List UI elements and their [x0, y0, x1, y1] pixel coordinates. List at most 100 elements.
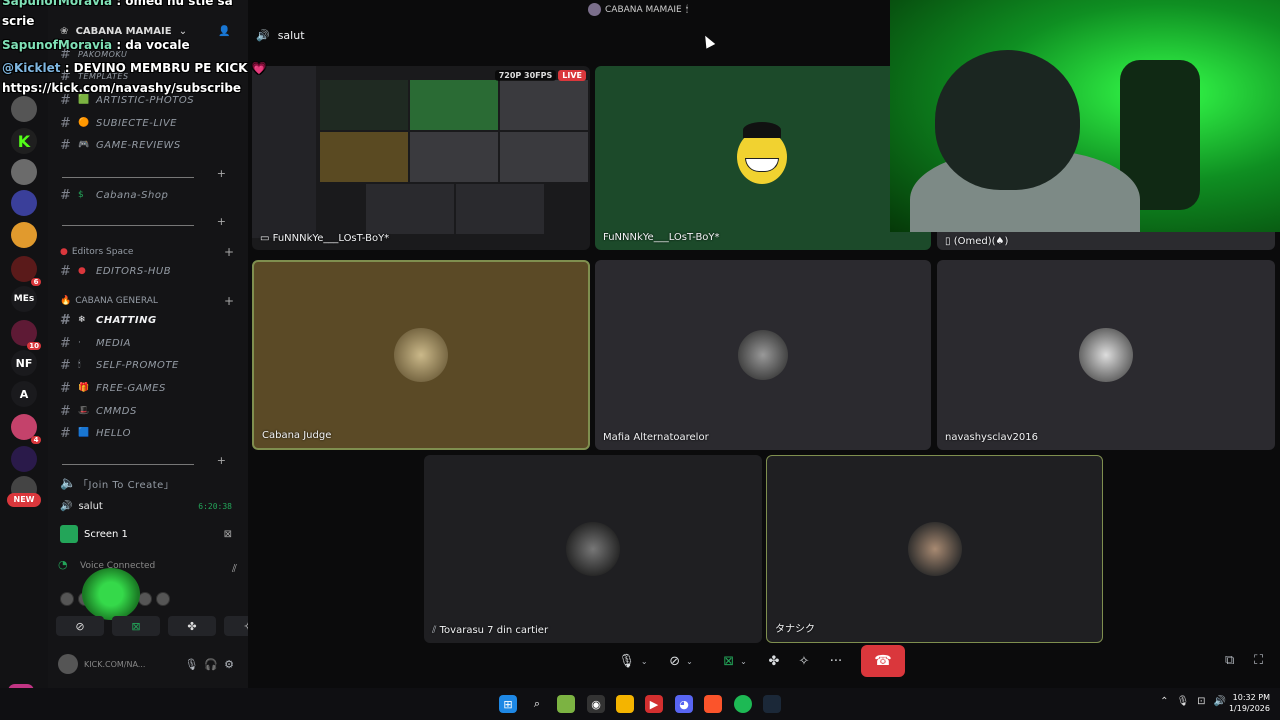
- avatar[interactable]: [58, 654, 78, 674]
- soundboard-button[interactable]: ✧: [224, 616, 248, 636]
- chat-username: SapunofMoravia: [2, 0, 113, 8]
- soundboard-button[interactable]: ✧: [792, 646, 816, 676]
- server-icon-pink[interactable]: 4: [11, 414, 41, 444]
- red-dot-icon: ●: [78, 266, 87, 276]
- channel-media[interactable]: # · MEDIA: [54, 333, 240, 353]
- stream-preview-cell: [366, 184, 454, 234]
- steam-icon[interactable]: [763, 695, 781, 713]
- microphone-icon[interactable]: 🎙: [1176, 696, 1189, 707]
- end-call-button[interactable]: ☎: [861, 645, 905, 677]
- kick-server-icon[interactable]: K: [11, 128, 37, 154]
- plus-icon[interactable]: +: [224, 245, 234, 259]
- clock-time: 10:32 PM: [1232, 693, 1270, 702]
- stop-share-icon[interactable]: ⊠: [224, 529, 232, 540]
- category-name: CABANA GENERAL: [75, 296, 158, 306]
- participant-tile-omed[interactable]: ▯ (Omed)(♠): [937, 232, 1275, 250]
- folder-icon[interactable]: [616, 695, 634, 713]
- stream-preview-cell: [320, 80, 408, 130]
- plus-icon[interactable]: +: [217, 454, 226, 467]
- discord-window: K 6 MEs 10 NF A 4 NEW ❀ CABANA MAMAIE ⌄ …: [0, 0, 1280, 720]
- new-pill[interactable]: NEW: [7, 493, 41, 507]
- participant-label: ▯ (Omed)(♠): [945, 236, 1008, 247]
- server-icon-mes[interactable]: MEs: [11, 286, 37, 312]
- channel-free-games[interactable]: # 🎁 FREE-GAMES: [54, 378, 240, 398]
- microphone-icon[interactable]: 🎙: [184, 658, 198, 671]
- app-icon-chrome[interactable]: ◉: [587, 695, 605, 713]
- fullscreen-icon[interactable]: ⛶: [1254, 653, 1263, 668]
- channel-name: salut: [78, 500, 103, 512]
- server-icon-nf[interactable]: NF: [11, 350, 37, 376]
- chevron-down-icon: ⌄: [686, 656, 693, 666]
- headphones-icon[interactable]: 🎧: [204, 658, 218, 671]
- channel-editors-hub[interactable]: # ● EDITORS-HUB: [54, 261, 240, 281]
- server-icon-avatar[interactable]: [11, 96, 37, 122]
- participant-tile-tovarasu[interactable]: ⫽ Tovarasu 7 din cartier: [424, 455, 762, 643]
- server-icon-cartoon[interactable]: [11, 222, 37, 248]
- microphone-button[interactable]: 🎙 ⌄: [612, 646, 654, 676]
- participant-name: (Omed)(♠): [953, 236, 1009, 247]
- live-badge: LIVE: [558, 70, 586, 81]
- app-icon-green[interactable]: [557, 695, 575, 713]
- participant-tile-mafia[interactable]: Mafia Alternatoarelor: [595, 260, 931, 450]
- start-icon[interactable]: ⊞: [499, 695, 517, 713]
- channel-cmmds[interactable]: # 🎩 CMMDS: [54, 401, 240, 421]
- popout-icon[interactable]: ⧉: [1225, 653, 1234, 668]
- channel-game-reviews[interactable]: # 🎮 GAME-REVIEWS: [54, 135, 240, 155]
- server-icon-red[interactable]: 6: [11, 256, 41, 286]
- share-screen-button[interactable]: ⊠ ⌄: [714, 646, 756, 676]
- plus-icon[interactable]: +: [224, 294, 234, 308]
- youtube-icon[interactable]: ▶: [645, 695, 663, 713]
- channel-cabana-shop[interactable]: # $ Cabana-Shop: [54, 185, 240, 205]
- server-icon-globe[interactable]: [11, 159, 37, 185]
- voice-channel-salut[interactable]: 🔊 salut 6:20:38: [54, 497, 240, 515]
- activities-button[interactable]: ✤: [762, 646, 786, 676]
- stream-owner-label: ▭ FuNNNkYe___LOsT-BoY*: [260, 233, 389, 244]
- server-icon-runner[interactable]: 10: [11, 320, 41, 350]
- channel-name: HELLO: [96, 427, 132, 439]
- channel-subiecte-live[interactable]: # 🟠 SUBIECTE-LIVE: [54, 113, 240, 133]
- chevron-up-icon[interactable]: ⌃: [1160, 696, 1168, 707]
- server-icon-drop[interactable]: [11, 190, 37, 216]
- search-icon[interactable]: ⌕: [528, 695, 546, 713]
- category-cabana-general[interactable]: 🔥 CABANA GENERAL +: [48, 291, 248, 311]
- channel-chatting[interactable]: # ❄ CHATTING: [54, 310, 240, 330]
- server-icon-a[interactable]: A: [11, 381, 37, 407]
- channel-name: ARTISTIC-PHOTOS: [96, 94, 195, 106]
- add-member-icon[interactable]: 👤: [218, 26, 230, 37]
- speaker-icon: 🔊: [60, 500, 73, 512]
- server-rail: K 6 MEs 10 NF A 4 NEW: [0, 0, 48, 688]
- stream-tile[interactable]: 720P 30FPS LIVE ▭ FuNNNkYe___LOsT-BoY*: [252, 66, 590, 250]
- network-icon[interactable]: ⊡: [1197, 696, 1205, 707]
- camera-button[interactable]: ⊘ ⌄: [660, 646, 702, 676]
- spotify-icon[interactable]: [734, 695, 752, 713]
- chat-overlay-line: SapunofMoravia : omed nu stie sa: [2, 0, 233, 8]
- hash-icon: #: [60, 115, 72, 131]
- category-name: Editors Space: [71, 247, 134, 257]
- discord-icon[interactable]: ◕: [675, 695, 693, 713]
- plus-icon[interactable]: +: [217, 215, 226, 228]
- voice-channel-join-to-create[interactable]: 🔈 「Join To Create」: [54, 473, 240, 493]
- channel-hello[interactable]: # 🟦 HELLO: [54, 423, 240, 443]
- plus-icon[interactable]: +: [217, 167, 226, 180]
- volume-icon[interactable]: 🔊: [1214, 696, 1226, 707]
- channel-self-promote[interactable]: # 🕯 SELF-PROMOTE: [54, 355, 240, 375]
- brave-icon[interactable]: [704, 695, 722, 713]
- participant-tile-cabana-judge[interactable]: Cabana Judge: [252, 260, 590, 450]
- share-screen-button[interactable]: ⊠: [112, 616, 160, 636]
- participant-tile-japanese[interactable]: タナシク: [766, 455, 1103, 643]
- gear-icon[interactable]: ⚙: [224, 658, 234, 671]
- participant-tile-funnky[interactable]: FuNNNkYe___LOsT-BoY*: [595, 66, 931, 250]
- participant-tile-navashy[interactable]: navashysclav2016: [937, 260, 1275, 450]
- noise-suppression-icon[interactable]: ⫽: [232, 562, 237, 576]
- taskbar-clock[interactable]: 10:32 PM 1/19/2026: [1229, 692, 1270, 714]
- chat-username: @Kicklet: [2, 61, 61, 75]
- category-editors-space[interactable]: ● Editors Space +: [48, 242, 248, 262]
- person-head: [935, 50, 1080, 190]
- screen-share-card[interactable]: Screen 1 ⊠: [54, 522, 240, 546]
- avatar: [394, 328, 448, 382]
- activities-button[interactable]: ✤: [168, 616, 216, 636]
- server-icon-purple[interactable]: [11, 446, 37, 472]
- camera-off-button[interactable]: ⊘: [56, 616, 104, 636]
- more-options-button[interactable]: ···: [822, 646, 850, 676]
- stream-preview-cell: [410, 80, 498, 130]
